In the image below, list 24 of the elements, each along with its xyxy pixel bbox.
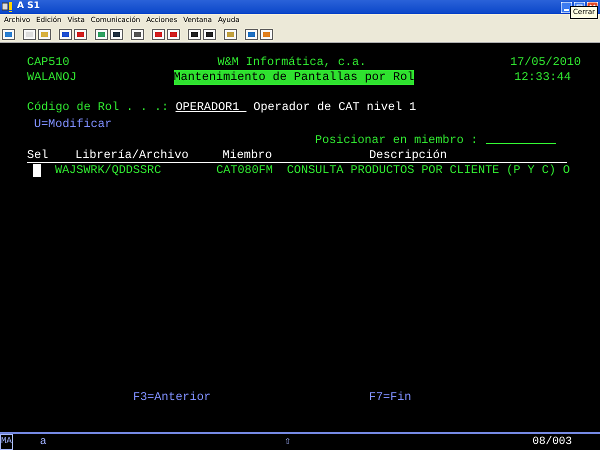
time-text: 12:33:44 [514, 70, 571, 85]
program-name: CAP510 [27, 55, 70, 70]
column-header: Descripción [369, 148, 447, 162]
mode-indicator: MA [1, 435, 12, 449]
shift-indicator: ⇧ [284, 434, 292, 450]
date-text: 17/05/2010 [510, 55, 581, 70]
function-key-hint: F7=Fin [368, 390, 412, 405]
screen-title: Mantenimiento de Pantallas por Rol [174, 70, 414, 85]
column-header: Miembro [222, 148, 272, 162]
function-key-hint: F3=Anterior [133, 390, 211, 405]
column-header: Librería/Archivo [75, 148, 189, 162]
user-name: WALANOJ [27, 70, 77, 85]
options-legend: U=Modificar [34, 117, 112, 132]
table-cell: CONSULTA PRODUCTOS POR CLIENTE (P Y C) O [286, 163, 570, 178]
table-cell: CAT080FM [216, 163, 273, 178]
column-header: Sel [27, 148, 48, 162]
table-cell: WAJSWRK/QDDSSRC [55, 163, 162, 178]
field-label: Código de Rol . . .: [27, 100, 169, 115]
window-title: A S1 [17, 0, 40, 14]
role-description: Operador de CAT nivel 1 [253, 100, 416, 115]
cursor-position: 08/003 [532, 434, 572, 450]
field-label: Posicionar en miembro : [315, 133, 478, 148]
input-indicator: a [40, 434, 46, 450]
company-name: W&M Informática, c.a. [217, 55, 366, 70]
